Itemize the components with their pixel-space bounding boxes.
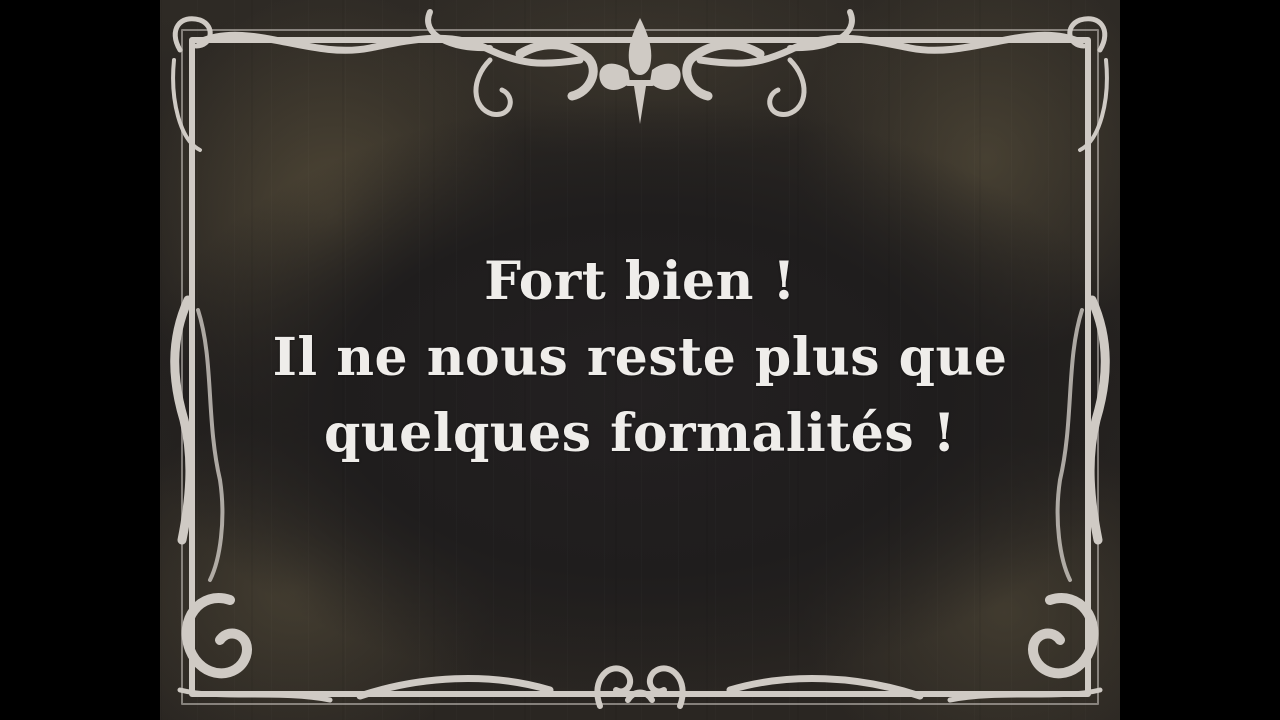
intertitle-line-3: quelques formalités ! <box>323 403 957 464</box>
video-frame: Fort bien ! Il ne nous reste plus que qu… <box>0 0 1280 720</box>
intertitle-line-2: Il ne nous reste plus que <box>272 327 1008 388</box>
intertitle-line-1: Fort bien ! <box>484 251 796 312</box>
bottom-right-curl <box>1028 593 1099 679</box>
intertitle-card: Fort bien ! Il ne nous reste plus que qu… <box>160 0 1120 720</box>
intertitle-text: Fort bien ! Il ne nous reste plus que qu… <box>160 244 1120 472</box>
scroll-ornament-icon <box>594 665 686 709</box>
fleur-de-lis-icon <box>599 18 681 124</box>
bottom-left-curl <box>181 593 252 679</box>
